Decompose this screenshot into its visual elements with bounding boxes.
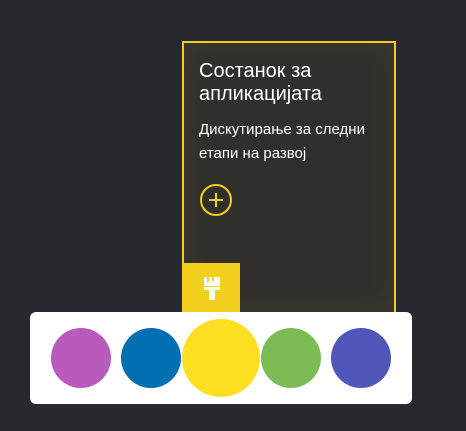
note-title: Состанок за апликацијата	[199, 60, 322, 105]
color-swatch-blue[interactable]	[121, 328, 181, 388]
paintbrush-icon	[204, 277, 220, 300]
add-button[interactable]	[200, 184, 232, 216]
color-swatch-indigo[interactable]	[331, 328, 391, 388]
color-swatch-yellow[interactable]	[182, 319, 260, 397]
color-palette	[30, 312, 412, 404]
plus-icon	[209, 193, 223, 207]
color-swatch-green[interactable]	[261, 328, 321, 388]
color-swatch-purple[interactable]	[51, 328, 111, 388]
note-body: Дискутирање за следни етапи на развој	[199, 121, 365, 162]
note-card[interactable]: Состанок за апликацијата Дискутирање за …	[182, 41, 396, 321]
